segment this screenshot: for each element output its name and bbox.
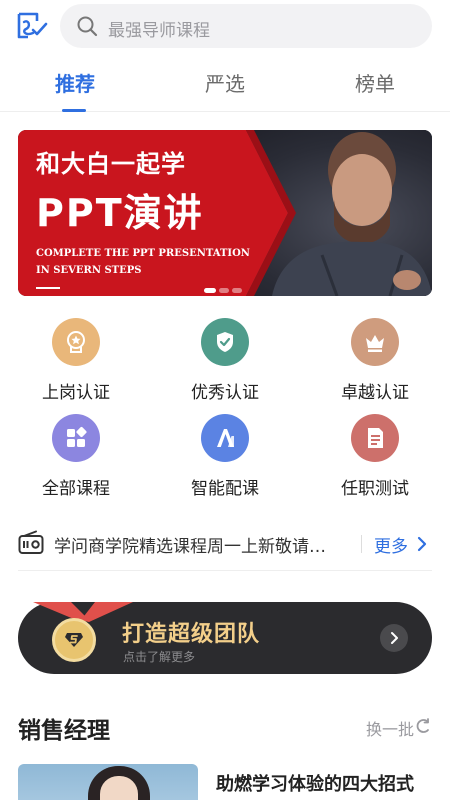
shield-check-icon [201, 318, 249, 366]
banner-subtitle-line-2: IN SEVERN STEPS [36, 265, 142, 276]
search-placeholder[interactable]: 最强导师课程 [108, 16, 210, 41]
course-thumbnail[interactable] [18, 764, 198, 800]
more-link[interactable]: 更多 [374, 532, 408, 557]
section-title: 销售经理 [18, 718, 110, 744]
radio-icon [18, 530, 44, 560]
grid-label: 智能配课 [191, 479, 259, 499]
chevron-right-icon[interactable] [416, 536, 428, 556]
cert-outstanding[interactable]: 卓越认证 [315, 318, 435, 403]
cert-label: 优秀认证 [191, 383, 259, 403]
announcement-text[interactable]: 学问商学院精选课程周一上新敬请… [54, 532, 354, 557]
app-logo-icon[interactable] [16, 11, 48, 41]
refresh-icon[interactable] [416, 718, 430, 738]
cert-excellent[interactable]: 优秀认证 [165, 318, 285, 403]
course-title[interactable]: 助燃学习体验的四大招式 [216, 770, 414, 796]
job-assessment[interactable]: 任职测试 [315, 414, 435, 499]
arrow-right-button[interactable] [380, 624, 408, 652]
medal-icon [52, 618, 96, 662]
grid-icon [52, 414, 100, 462]
header: 最强导师课程 [0, 0, 450, 54]
carousel-dot[interactable] [219, 288, 229, 293]
smart-course-match[interactable]: 智能配课 [165, 414, 285, 499]
ai-icon [201, 414, 249, 462]
banner-headline: 和大白一起学 [36, 150, 186, 178]
tab-selected[interactable]: 严选 [175, 68, 275, 97]
announcement-bar[interactable]: 学问商学院精选课程周一上新敬请… 更多 [18, 523, 432, 571]
carousel-indicator[interactable] [204, 278, 245, 296]
divider [361, 535, 362, 553]
promo-banner[interactable]: 和大白一起学 PPT演讲 COMPLETE THE PPT PRESENTATI… [18, 130, 432, 296]
active-tab-indicator [62, 109, 86, 112]
grid-label: 任职测试 [341, 479, 409, 499]
search-icon [76, 15, 98, 37]
banner-dash [36, 287, 60, 289]
banner-title: PPT演讲 [36, 191, 204, 235]
banner-subtitle-line-1: COMPLETE THE PPT PRESENTATION [36, 248, 250, 259]
carousel-dot[interactable] [232, 288, 242, 293]
document-icon [351, 414, 399, 462]
all-courses[interactable]: 全部课程 [16, 414, 136, 499]
team-building-banner[interactable]: 打造超级团队 点击了解更多 [18, 602, 432, 674]
grid-label: 全部课程 [42, 479, 110, 499]
cert-label: 卓越认证 [341, 383, 409, 403]
badge-star-icon [52, 318, 100, 366]
refresh-batch-button[interactable]: 换一批 [366, 716, 414, 740]
cert-label: 上岗认证 [42, 383, 110, 403]
crown-icon [351, 318, 399, 366]
carousel-dot[interactable] [204, 288, 216, 293]
banner-subtitle: COMPLETE THE PPT PRESENTATION IN SEVERN … [36, 245, 250, 279]
team-subtitle: 点击了解更多 [123, 650, 196, 664]
top-tabs: 推荐 严选 榜单 [0, 58, 450, 112]
tab-ranking[interactable]: 榜单 [325, 68, 425, 97]
search-bar[interactable]: 最强导师课程 [60, 4, 432, 48]
cert-onboarding[interactable]: 上岗认证 [16, 318, 136, 403]
team-title: 打造超级团队 [122, 622, 261, 647]
tab-recommend[interactable]: 推荐 [25, 68, 125, 97]
